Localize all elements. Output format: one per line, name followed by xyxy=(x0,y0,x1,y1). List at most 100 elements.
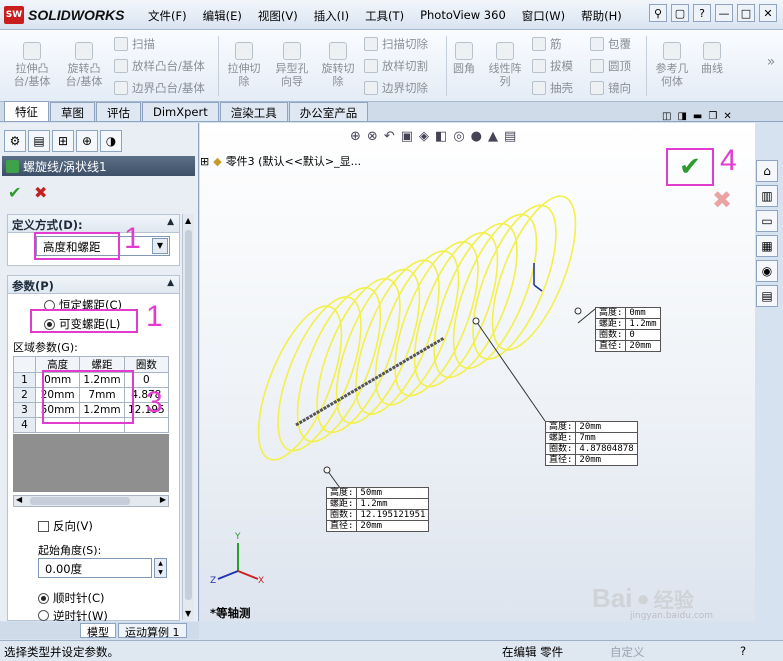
handle-mid[interactable] xyxy=(472,317,480,325)
viewport-close-icon[interactable]: ✕ xyxy=(723,111,731,122)
dimxpert-icon[interactable]: ⊕ xyxy=(76,130,98,152)
scroll-right-icon[interactable]: ▶ xyxy=(160,495,166,504)
property-manager-icon[interactable]: ▤ xyxy=(28,130,50,152)
tab-features[interactable]: 特征 xyxy=(4,101,49,121)
boundary-cut-button[interactable]: 边界切除 xyxy=(364,80,428,96)
dome-button[interactable]: 圆顶 xyxy=(590,58,631,74)
highlight-definition xyxy=(34,232,120,260)
menu-edit[interactable]: 编辑(E) xyxy=(195,6,250,26)
loft-cut-button[interactable]: 放样切割 xyxy=(364,58,428,74)
new-document-icon[interactable]: ▢ xyxy=(671,4,689,22)
callout-top[interactable]: 高度: 0mm 螺距: 1.2mm 圈数: 0 直径: 20mm xyxy=(594,307,661,352)
menu-window[interactable]: 窗口(W) xyxy=(514,6,573,26)
help-icon[interactable]: ? xyxy=(740,644,746,658)
scroll-thumb[interactable] xyxy=(30,497,130,505)
annotation-1: 1 xyxy=(124,222,141,255)
hole-wizard-button[interactable]: 异型孔向导 xyxy=(272,42,312,88)
tab-dimxpert[interactable]: DimXpert xyxy=(142,102,219,121)
menu-tools[interactable]: 工具(T) xyxy=(357,6,412,26)
rib-button[interactable]: 筋 xyxy=(532,36,562,52)
feature-tree-icon[interactable]: ⚙ xyxy=(4,130,26,152)
watermark: Bai ● 经验 xyxy=(592,583,694,614)
loft-button[interactable]: 放样凸台/基体 xyxy=(114,58,205,74)
curves-button[interactable]: 曲线 xyxy=(698,42,726,75)
panel-scrollbar[interactable]: ▲ ▼ xyxy=(182,214,194,620)
viewport-restore-icon[interactable]: ◫ xyxy=(662,111,671,122)
confirm-cancel-icon[interactable]: ✖ xyxy=(712,186,732,214)
radio-circle xyxy=(38,610,49,621)
extrude-boss-button[interactable]: 拉伸凸台/基体 xyxy=(12,42,52,88)
definition-header[interactable]: 定义方式(D): ▲ xyxy=(8,215,179,233)
chevron-down-icon[interactable]: ▼ xyxy=(152,238,168,254)
solidworks-logo[interactable]: SW SOLIDWORKS xyxy=(4,5,132,25)
callout-bottom[interactable]: 高度: 50mm 螺距: 1.2mm 圈数: 12.195121951 直径: 20mm xyxy=(325,487,430,532)
viewport-maximize-icon[interactable]: ❐ xyxy=(708,111,717,122)
handle-top[interactable] xyxy=(574,307,582,315)
fillet-button[interactable]: 圆角 xyxy=(450,42,478,75)
reference-geometry-button[interactable]: 参考几何体 xyxy=(652,42,692,88)
viewport-tile-icon[interactable]: ◨ xyxy=(677,111,686,122)
close-button[interactable]: ✕ xyxy=(759,4,777,22)
revolve-cut-button[interactable]: 旋转切除 xyxy=(318,42,358,88)
sweep-button[interactable]: 扫描 xyxy=(114,36,155,52)
counterclockwise-radio[interactable]: 逆时针(W) xyxy=(38,610,108,621)
scroll-thumb[interactable] xyxy=(185,230,192,600)
tab-sketch[interactable]: 草图 xyxy=(50,102,95,121)
minimize-button[interactable]: — xyxy=(715,4,733,22)
checkbox-box xyxy=(38,520,49,532)
draft-button[interactable]: 拔模 xyxy=(532,58,573,74)
custom-properties-icon[interactable]: ▤ xyxy=(756,285,778,307)
clockwise-radio[interactable]: 顺时针(C) xyxy=(38,590,105,606)
reverse-checkbox[interactable]: 反向(V) xyxy=(38,518,93,534)
options-icon[interactable]: ? xyxy=(693,4,711,22)
graphics-viewport[interactable]: ⊞ ◆ 零件3 (默认<<默认>_显... ⊕ ⊗ ↶ ▣ ◈ ◧ ◎ ● ▲ … xyxy=(200,111,755,621)
collapse-icon[interactable]: ▲ xyxy=(167,278,174,288)
parameters-header[interactable]: 参数(P) ▲ xyxy=(8,276,179,294)
menu-photoview[interactable]: PhotoView 360 xyxy=(412,6,514,26)
horizontal-scrollbar[interactable]: ◀ ▶ xyxy=(13,495,169,507)
menu-help[interactable]: 帮助(H) xyxy=(573,6,630,26)
tab-evaluate[interactable]: 评估 xyxy=(96,102,141,121)
triad-z-axis xyxy=(217,570,239,580)
scroll-down-icon[interactable]: ▼ xyxy=(185,609,191,618)
angle-spinner[interactable]: ▲ ▼ xyxy=(154,558,167,578)
appearances-icon[interactable]: ◉ xyxy=(756,260,778,282)
display-manager-icon[interactable]: ◑ xyxy=(100,130,122,152)
menu-file[interactable]: 文件(F) xyxy=(140,6,195,26)
scroll-left-icon[interactable]: ◀ xyxy=(16,495,22,504)
cancel-x-icon[interactable]: ✖ xyxy=(34,183,47,202)
revolve-boss-button[interactable]: 旋转凸台/基体 xyxy=(62,42,106,88)
tab-render-tools[interactable]: 渲染工具 xyxy=(219,102,288,121)
mirror-button[interactable]: 镜向 xyxy=(590,80,631,96)
configuration-icon[interactable]: ⊞ xyxy=(52,130,74,152)
extrude-cut-button[interactable]: 拉伸切除 xyxy=(224,42,264,88)
sweep-cut-button[interactable]: 扫描切除 xyxy=(364,36,428,52)
tab-motion-study[interactable]: 运动算例 1 xyxy=(118,623,187,639)
collapse-icon[interactable]: ▲ xyxy=(167,217,174,227)
helix-drawing: Y X Z xyxy=(210,195,596,586)
linear-pattern-button[interactable]: 线性阵列 xyxy=(484,42,526,88)
wrap-button[interactable]: 包覆 xyxy=(590,36,631,52)
handle-bottom[interactable] xyxy=(323,466,331,474)
reference-geometry-icon xyxy=(663,42,681,60)
menu-insert[interactable]: 插入(I) xyxy=(306,6,357,26)
pin-icon[interactable]: ⚲ xyxy=(649,4,667,22)
home-icon[interactable]: ⌂ xyxy=(756,160,778,182)
file-explorer-icon[interactable]: ▭ xyxy=(756,210,778,232)
viewport-minimize-icon[interactable]: ▬ xyxy=(693,111,702,122)
toolbar-more-icon[interactable]: » xyxy=(764,55,778,69)
boundary-boss-button[interactable]: 边界凸台/基体 xyxy=(114,80,205,96)
confirm-ok-icon[interactable]: ✔ xyxy=(666,148,714,186)
ok-check-icon[interactable]: ✔ xyxy=(8,183,21,202)
design-library-icon[interactable]: ▥ xyxy=(756,185,778,207)
view-palette-icon[interactable]: ▦ xyxy=(756,235,778,257)
menu-view[interactable]: 视图(V) xyxy=(250,6,306,26)
tab-office-products[interactable]: 办公室产品 xyxy=(288,102,369,121)
start-angle-input[interactable]: 0.00度 xyxy=(38,558,152,578)
scroll-up-icon[interactable]: ▲ xyxy=(185,216,191,225)
callout-mid[interactable]: 高度: 20mm 螺距: 7mm 圈数: 4.87804878 直径: 20mm xyxy=(544,421,638,466)
shell-button[interactable]: 抽壳 xyxy=(532,80,573,96)
tab-model[interactable]: 模型 xyxy=(80,623,116,639)
toolbar-separator xyxy=(446,36,447,96)
maximize-button[interactable]: □ xyxy=(737,4,755,22)
